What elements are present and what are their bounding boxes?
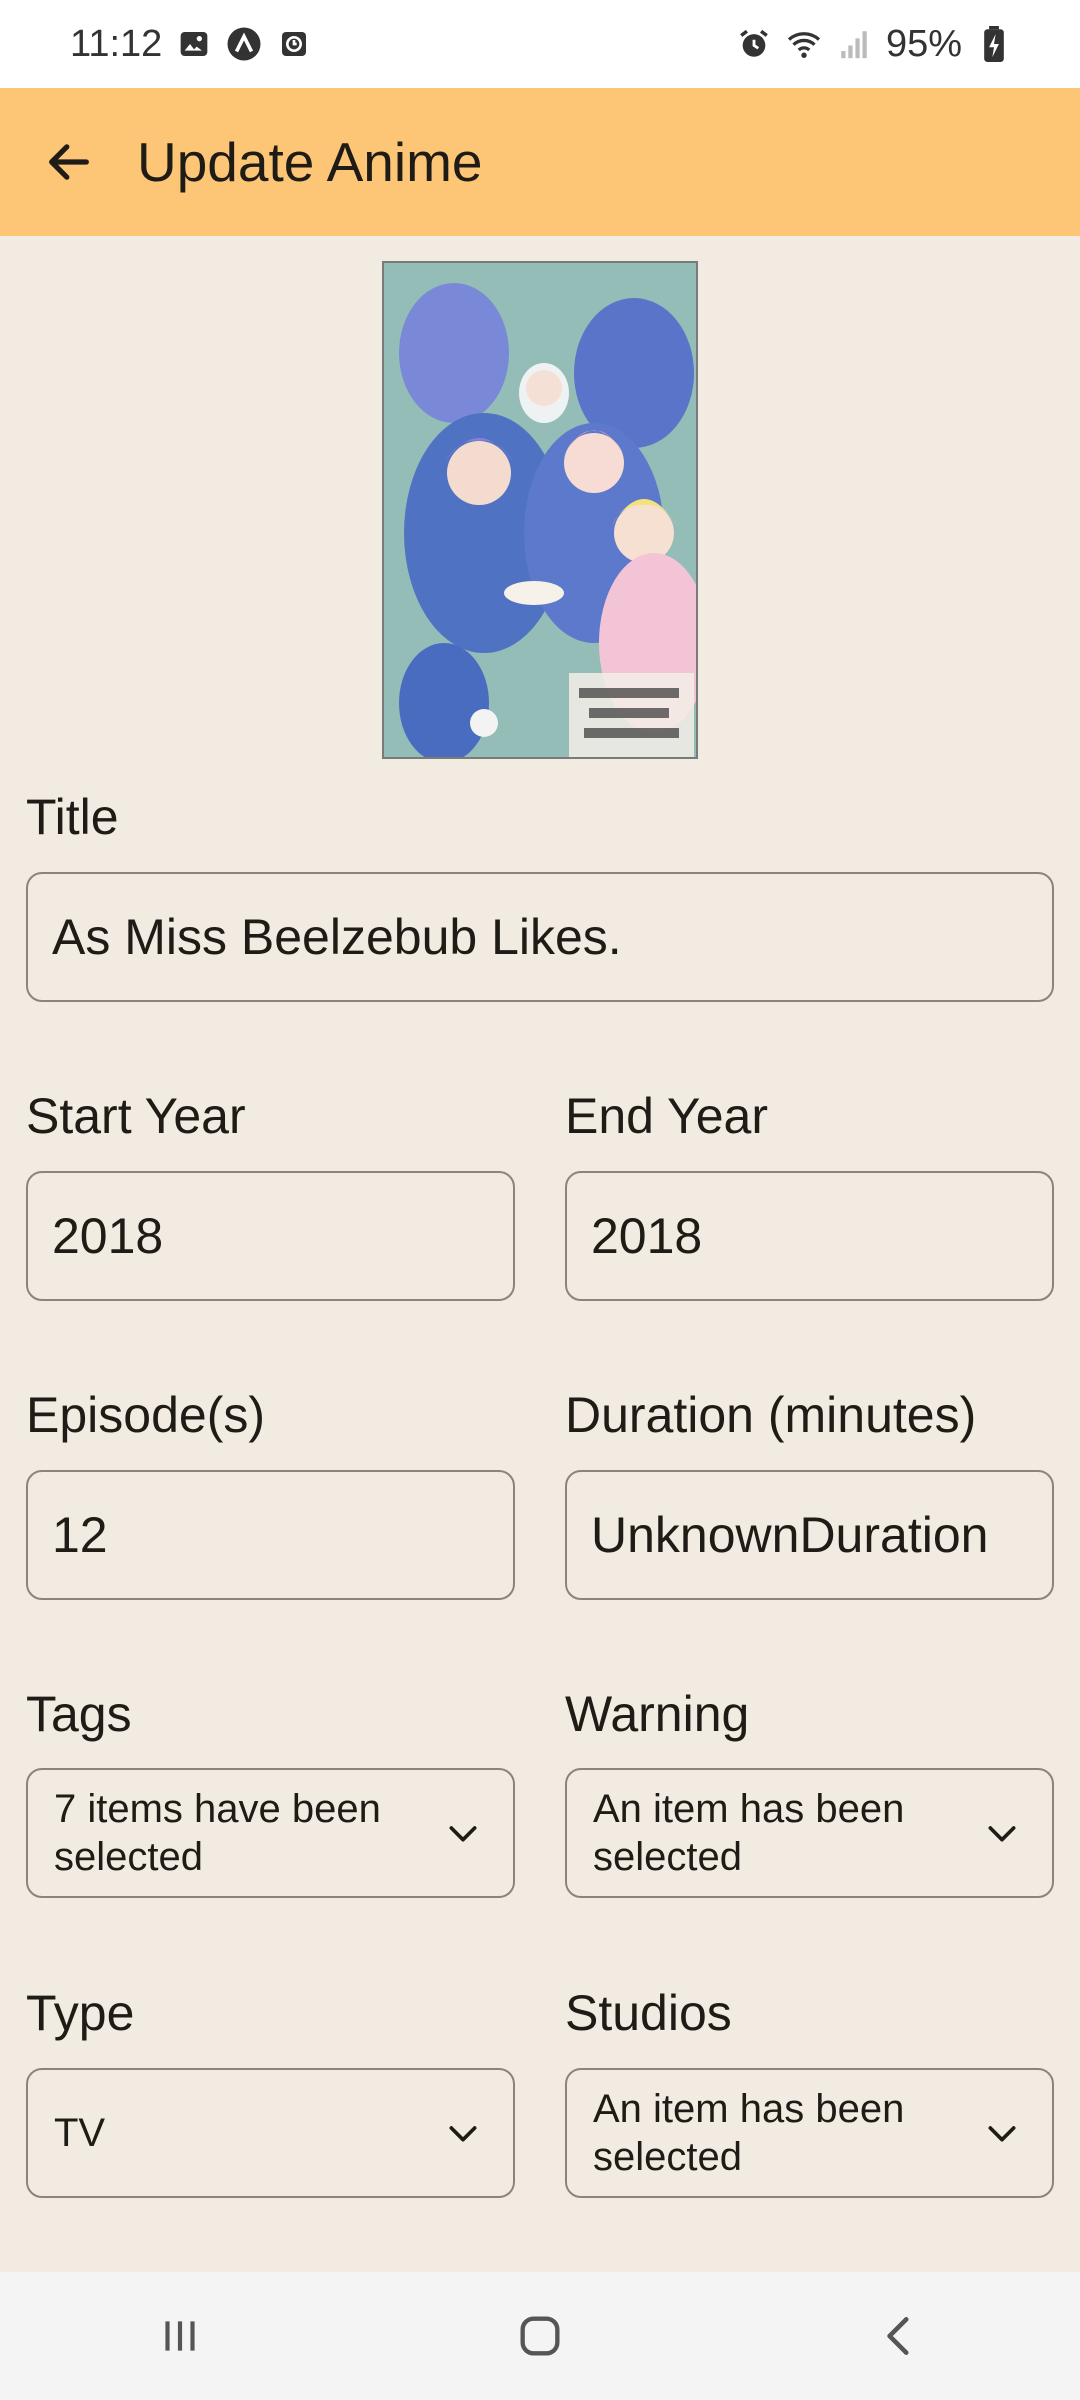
back-button[interactable]	[25, 118, 113, 206]
system-nav-bar	[0, 2272, 1080, 2400]
recent-apps-icon	[165, 2321, 195, 2351]
tags-label: Tags	[26, 1686, 132, 1742]
episodes-label: Episode(s)	[26, 1387, 265, 1443]
status-bar: 11:12 95%	[0, 0, 1080, 88]
type-label: Type	[26, 1985, 135, 2041]
signal-icon	[836, 26, 872, 62]
page-title: Update Anime	[137, 131, 483, 193]
battery-percent: 95%	[885, 22, 962, 65]
warning-dropdown[interactable]: An item has been selected	[565, 1768, 1054, 1898]
start-year-input[interactable]: 2018	[26, 1171, 515, 1301]
battery-charging-icon	[976, 26, 1012, 62]
recent-apps-button[interactable]	[120, 2286, 240, 2386]
chevron-down-icon	[980, 2111, 1024, 2155]
gallery-icon	[176, 26, 212, 62]
tags-selection-text: 7 items have been selected	[54, 1787, 381, 1879]
arrow-left-icon	[49, 144, 89, 180]
home-icon	[520, 2316, 560, 2356]
chevron-down-icon	[441, 1811, 485, 1855]
warning-selection-text: An item has been selected	[593, 1787, 905, 1879]
app-a-icon	[226, 26, 262, 62]
back-nav-button[interactable]	[840, 2286, 960, 2386]
chevron-down-icon	[441, 2111, 485, 2155]
alarm-icon	[736, 26, 772, 62]
start-year-label: Start Year	[26, 1088, 246, 1144]
status-time: 11:12	[70, 22, 163, 65]
studios-dropdown[interactable]: An item has been selected	[565, 2068, 1054, 2198]
end-year-label: End Year	[565, 1088, 768, 1144]
studios-label: Studios	[565, 1985, 732, 2041]
chevron-down-icon	[980, 1811, 1024, 1855]
clock-app-icon	[276, 26, 312, 62]
tags-dropdown[interactable]: 7 items have been selected	[26, 1768, 515, 1898]
title-label: Title	[26, 789, 119, 845]
back-nav-icon	[887, 2317, 909, 2355]
episodes-input[interactable]: 12	[26, 1470, 515, 1600]
title-input[interactable]: As Miss Beelzebub Likes.	[26, 872, 1054, 1002]
type-selection-text: TV	[54, 2111, 106, 2155]
type-dropdown[interactable]: TV	[26, 2068, 515, 2198]
home-button[interactable]	[480, 2286, 600, 2386]
studios-selection-text: An item has been selected	[593, 2087, 905, 2179]
end-year-input[interactable]: 2018	[565, 1171, 1054, 1301]
wifi-icon	[786, 26, 822, 62]
warning-label: Warning	[565, 1686, 750, 1742]
duration-input[interactable]: UnknownDuration	[565, 1470, 1054, 1600]
app-bar: Update Anime	[0, 88, 1080, 236]
duration-label: Duration (minutes)	[565, 1387, 977, 1443]
anime-cover-image[interactable]	[382, 261, 698, 759]
